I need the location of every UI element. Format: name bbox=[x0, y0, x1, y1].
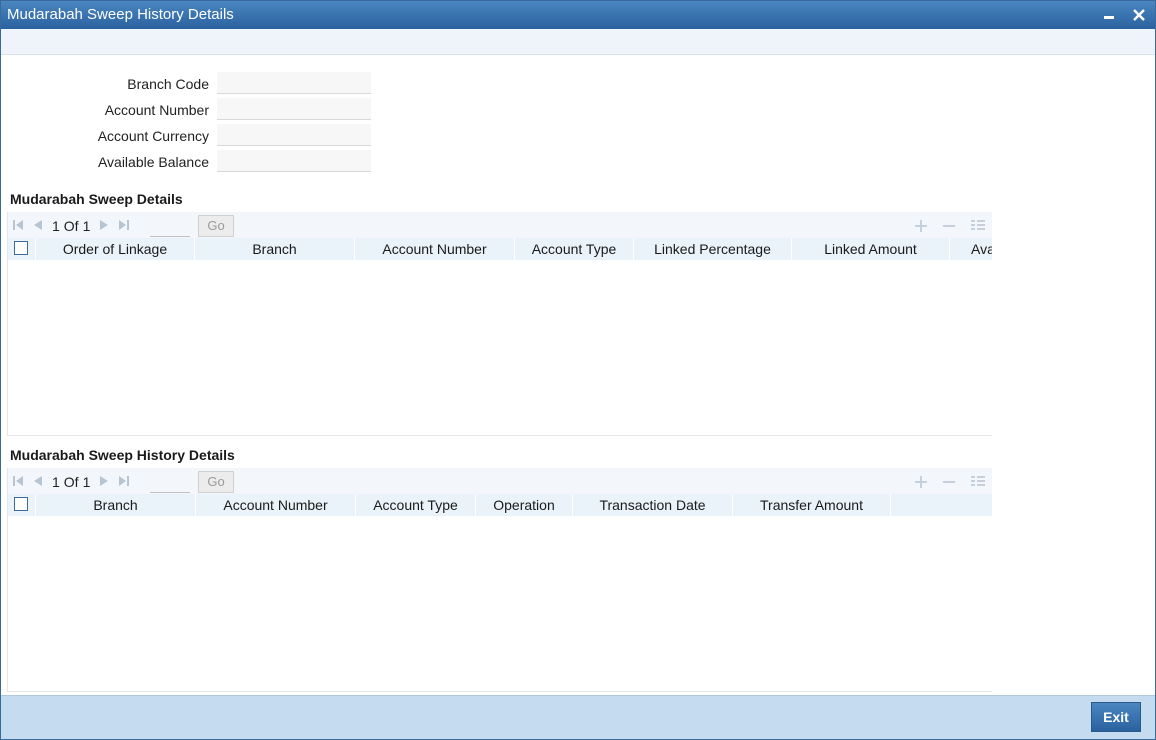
dialog-window: Mudarabah Sweep History Details Branch C… bbox=[0, 0, 1156, 740]
col-branch[interactable]: Branch bbox=[195, 238, 355, 260]
available-balance-field[interactable] bbox=[217, 150, 371, 172]
page-indicator: 1 Of 1 bbox=[52, 218, 94, 234]
sweep-details-header: Order of Linkage Branch Account Number A… bbox=[8, 238, 992, 260]
account-currency-label: Account Currency bbox=[97, 128, 209, 144]
sweep-details-pager: 1 Of 1 Go bbox=[8, 212, 992, 238]
page-indicator: 1 Of 1 bbox=[52, 474, 94, 490]
go-button[interactable]: Go bbox=[198, 215, 234, 237]
page-number-input[interactable] bbox=[150, 473, 190, 493]
of-label: Of bbox=[63, 218, 79, 234]
select-all-cell bbox=[8, 238, 36, 260]
col-account-type[interactable]: Account Type bbox=[356, 494, 476, 516]
col-account-number[interactable]: Account Number bbox=[355, 238, 515, 260]
last-page-icon[interactable] bbox=[118, 219, 130, 234]
history-details-header: Branch Account Number Account Type Opera… bbox=[8, 494, 992, 516]
col-operation[interactable]: Operation bbox=[476, 494, 573, 516]
delete-row-icon[interactable] bbox=[941, 218, 957, 234]
total-pages: 1 bbox=[82, 218, 91, 234]
delete-row-icon[interactable] bbox=[941, 474, 957, 490]
col-branch[interactable]: Branch bbox=[36, 494, 196, 516]
history-details-body bbox=[8, 516, 992, 692]
first-page-icon[interactable] bbox=[12, 219, 24, 234]
select-all-checkbox[interactable] bbox=[14, 497, 28, 511]
last-page-icon[interactable] bbox=[118, 475, 130, 490]
current-page: 1 bbox=[52, 474, 60, 490]
select-all-cell bbox=[8, 494, 36, 516]
col-linked-amount[interactable]: Linked Amount bbox=[792, 238, 950, 260]
col-transfer-amount[interactable]: Transfer Amount bbox=[733, 494, 891, 516]
branch-code-field[interactable] bbox=[217, 72, 371, 94]
account-number-row: Account Number bbox=[1, 98, 209, 122]
sweep-details-body bbox=[8, 260, 992, 436]
history-details-pager: 1 Of 1 Go bbox=[8, 468, 992, 494]
col-order-of-linkage[interactable]: Order of Linkage bbox=[36, 238, 195, 260]
toolbar-strip bbox=[1, 29, 1155, 55]
close-icon[interactable] bbox=[1129, 5, 1149, 25]
current-page: 1 bbox=[52, 218, 60, 234]
available-balance-label: Available Balance bbox=[97, 154, 209, 170]
prev-page-icon[interactable] bbox=[32, 219, 44, 234]
go-button[interactable]: Go bbox=[198, 471, 234, 493]
window-title: Mudarabah Sweep History Details bbox=[7, 6, 234, 23]
branch-code-row: Branch Code bbox=[1, 72, 209, 96]
list-view-icon[interactable] bbox=[970, 474, 986, 490]
next-page-icon[interactable] bbox=[98, 219, 110, 234]
footer-bar: Exit bbox=[1, 695, 1155, 739]
history-details-grid: 1 Of 1 Go Branch Account Number Account Ty… bbox=[7, 468, 992, 692]
col-account-number[interactable]: Account Number bbox=[196, 494, 356, 516]
col-linked-percentage[interactable]: Linked Percentage bbox=[634, 238, 792, 260]
account-currency-row: Account Currency bbox=[1, 124, 209, 148]
add-row-icon[interactable] bbox=[913, 474, 929, 490]
list-view-icon[interactable] bbox=[970, 218, 986, 234]
account-number-field[interactable] bbox=[217, 98, 371, 120]
first-page-icon[interactable] bbox=[12, 475, 24, 490]
title-bar: Mudarabah Sweep History Details bbox=[1, 1, 1155, 29]
minimize-icon[interactable] bbox=[1099, 5, 1119, 25]
available-balance-row: Available Balance bbox=[1, 150, 209, 174]
exit-button[interactable]: Exit bbox=[1091, 702, 1141, 732]
select-all-checkbox[interactable] bbox=[14, 241, 28, 255]
col-transaction-date[interactable]: Transaction Date bbox=[573, 494, 733, 516]
next-page-icon[interactable] bbox=[98, 475, 110, 490]
of-label: Of bbox=[63, 474, 79, 490]
prev-page-icon[interactable] bbox=[32, 475, 44, 490]
col-account-type[interactable]: Account Type bbox=[515, 238, 634, 260]
branch-code-label: Branch Code bbox=[127, 76, 209, 92]
account-number-label: Account Number bbox=[104, 102, 209, 118]
total-pages: 1 bbox=[82, 474, 91, 490]
sweep-details-title: Mudarabah Sweep Details bbox=[10, 191, 183, 207]
add-row-icon[interactable] bbox=[913, 218, 929, 234]
account-currency-field[interactable] bbox=[217, 124, 371, 146]
col-available-truncated[interactable]: Ava bbox=[950, 238, 992, 260]
page-number-input[interactable] bbox=[150, 217, 190, 237]
history-details-title: Mudarabah Sweep History Details bbox=[10, 447, 235, 463]
sweep-details-grid: 1 Of 1 Go Order of Linkage Branch Account … bbox=[7, 212, 992, 436]
